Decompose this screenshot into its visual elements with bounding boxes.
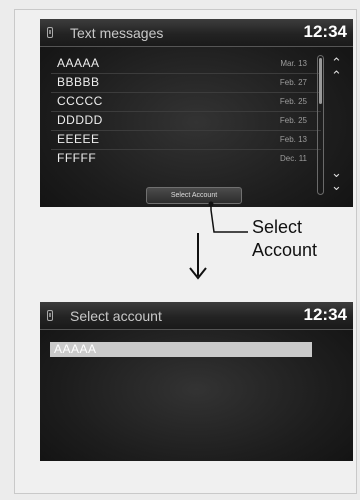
callout-label-line2: Account (252, 240, 318, 260)
callout-label-line1: Select (252, 217, 303, 237)
title-bar: Select account 12:34 (40, 302, 353, 330)
account-name: AAAAA (54, 342, 97, 356)
account-row[interactable]: AAAAA (50, 342, 312, 357)
phone-icon (47, 310, 53, 321)
callout-dot (208, 201, 214, 207)
screen-title: Select account (70, 308, 162, 324)
clock: 12:34 (303, 305, 347, 324)
select-account-screen: Select account 12:34 AAAAA (40, 302, 353, 461)
callout-leader-line (210, 204, 248, 233)
